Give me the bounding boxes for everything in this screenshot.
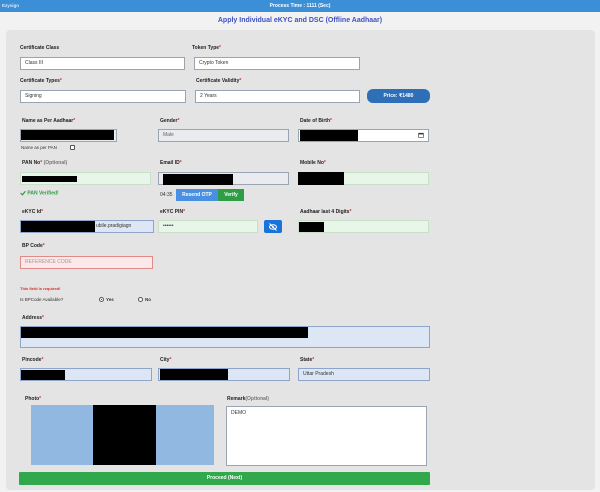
aadhaar-last-digits-label: Aadhaar last 4 Digits* (300, 209, 352, 215)
redacted-email (163, 174, 233, 185)
address-label: Address* (22, 315, 44, 321)
check-icon (20, 190, 26, 196)
redacted-mobile (298, 172, 344, 185)
bp-available-yes-label: Yes (106, 297, 114, 302)
pan-label: PAN No* (Optional) (22, 160, 68, 166)
name-as-per-pan-checkbox[interactable] (70, 145, 75, 150)
process-time: Process Time : 1111 (Sec) (269, 3, 331, 9)
certificate-types-field[interactable]: Signing (20, 90, 186, 103)
otp-timer: 04:35 (160, 192, 173, 198)
calendar-icon[interactable] (418, 132, 424, 138)
ekyc-pin-label: eKYC PIN* (160, 209, 186, 215)
price-button[interactable]: Price: ₹1480 (367, 89, 430, 103)
token-type-label: Token Type* (192, 45, 221, 51)
top-bar: Ezysign Process Time : 1111 (Sec) (0, 0, 600, 12)
ekyc-id-label: eKYC Id* (22, 209, 44, 215)
name-as-per-pan-text: Name as per PAN (21, 145, 57, 150)
bp-available-label: Is BPCode Available? (20, 297, 64, 302)
redacted-pincode (21, 370, 65, 380)
photo-label: Photo* (25, 396, 42, 402)
redacted-photo (93, 405, 156, 465)
certificate-types-label: Certificate Types* (20, 78, 62, 84)
certificate-class-field[interactable]: Class III (20, 57, 185, 70)
bp-available-no-radio[interactable] (138, 297, 143, 302)
email-label: Email ID* (160, 160, 182, 166)
redacted-address (21, 327, 308, 338)
bp-available-no-label: No (145, 297, 151, 302)
proceed-button[interactable]: Proceed (Next) (19, 472, 430, 485)
redacted-pan (22, 176, 77, 182)
pincode-label: Pincode* (22, 357, 44, 363)
toggle-pin-visibility-button[interactable] (264, 220, 282, 233)
verify-button[interactable]: Verify (218, 189, 244, 201)
pan-verified-status: PAN Verified! (20, 190, 59, 196)
bp-code-field[interactable]: REFERENCE CODE (20, 256, 153, 269)
bp-available-yes-radio[interactable] (99, 297, 104, 302)
certificate-validity-field[interactable]: 2 Years (195, 90, 360, 103)
token-type-field[interactable]: Crypto Token (194, 57, 360, 70)
bp-code-label: BP Code* (22, 243, 45, 249)
resend-otp-button[interactable]: Resend OTP (176, 189, 218, 201)
ekyc-pin-field[interactable]: •••••• (158, 220, 258, 233)
page-title: Apply Individual eKYC and DSC (Offline A… (217, 17, 383, 24)
redacted-city (160, 369, 228, 380)
gender-field[interactable]: Male (158, 129, 289, 142)
remark-field[interactable]: DEMO (226, 406, 427, 466)
redacted-aadhaar (299, 222, 324, 232)
certificate-class-label: Certificate Class (20, 45, 60, 51)
bp-code-error: This field is required! (20, 286, 61, 291)
eye-slash-icon (269, 222, 277, 231)
redacted-name (21, 130, 114, 140)
city-label: City* (160, 357, 172, 363)
mobile-label: Mobile No* (300, 160, 326, 166)
remark-label: Remark(Optional) (227, 396, 269, 402)
state-field[interactable]: Uttar Pradesh (298, 368, 430, 381)
certificate-validity-label: Certificate Validity* (196, 78, 242, 84)
state-label: State* (300, 357, 315, 363)
gender-label: Gender* (160, 118, 180, 124)
name-as-per-aadhaar-label: Name as Per Aadhaar* (22, 118, 76, 124)
redacted-ekyc-id (21, 221, 95, 232)
date-of-birth-label: Date of Birth* (300, 118, 332, 124)
redacted-dob (300, 130, 358, 141)
